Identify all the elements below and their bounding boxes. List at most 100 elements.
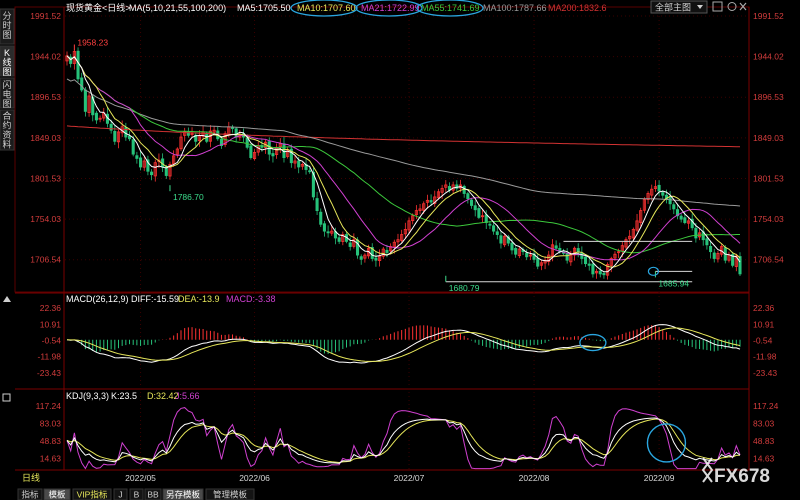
candle-body [580,252,584,259]
kdj-d-line [66,418,741,464]
bottom-tab[interactable]: 管理模板 [205,488,255,500]
x-axis-tick-label: 2022/06 [239,473,270,483]
macd-dea-label: DEA:-13.9 [178,294,220,304]
collapse-up-icon[interactable] [3,296,11,302]
ma21-line [66,55,741,261]
bottom-tab-label: 指标 [21,490,39,500]
candle-body [109,123,113,131]
y-axis-tick-label: 1944.02 [753,52,784,62]
candle-body [469,199,474,206]
side-tab-char: 时 [2,20,11,31]
kdj-title: KDJ(9,3,3) [66,391,109,401]
ma21-value: MA21:1722.99 [361,3,420,13]
macd-diff-label: DIFF:-15.59 [131,294,179,304]
highlight-circle [646,423,687,463]
candle-body [672,204,676,210]
y-axis-tick-label: -23.43 [753,368,777,378]
y-axis-tick-label: 22.36 [40,303,62,313]
side-tab-contract[interactable]: 合约资料 [0,109,15,151]
candle-body [234,128,238,138]
side-tab-char: 图 [2,67,11,77]
kdj-legend: KDJ(9,3,3) K:23.5 D:32.42 J:5.66 [66,391,200,401]
x-axis-tick-label: 2022/08 [519,473,550,483]
macd-legend: MACD(26,12,9) DIFF:-15.59 DEA:-13.9 MACD… [66,294,276,304]
candle-body [337,237,341,242]
side-tab-label: 闪电图 [2,80,11,109]
side-tab-kline[interactable]: K 线图 [0,45,15,77]
price-annotation: 1680.79 [449,283,480,293]
y-axis-tick-label: 1849.03 [753,133,784,143]
y-axis-tick-label: 83.03 [753,419,775,429]
kdj-k-line [66,417,741,464]
candle-body [315,198,319,212]
y-axis-tick-label: 1849.03 [30,133,61,143]
chart-canvas[interactable]: 1958.231786.701680.79 1685.94 1991.52 1991… [0,0,800,500]
candle-body [565,253,569,261]
candle-body [249,145,253,158]
bottom-tab[interactable]: 指标 [17,488,43,500]
candle-body [679,215,683,220]
candle-body [709,245,713,253]
y-axis-tick-label: 1706.54 [30,255,61,265]
bottom-tab-label: J [118,490,122,500]
candle-body [668,197,672,205]
y-axis-tick-label: 10.91 [40,319,62,329]
side-nav[interactable]: 分时图 K 线图 闪电图 合约资料 [0,8,15,402]
bottom-tab[interactable]: BB [144,488,162,500]
candle-body [131,139,135,155]
y-axis-tick-label: 22.36 [753,303,775,313]
candle-body [510,242,514,251]
layout-dropdown-label: 全部主图 [655,2,691,13]
period-label: 日线 [22,472,40,483]
moving-average-lines [66,55,741,273]
bottom-tab[interactable]: 另存模板 [162,488,204,500]
y-axis-tick-label: 1754.03 [30,214,61,224]
bottom-tab-label: 管理模板 [213,490,248,500]
y-axis-tick-label: 14.63 [753,454,775,464]
macd-title: MACD(26,12,9) [66,294,129,304]
side-tab-char: 闪 [2,80,11,90]
candle-body [488,223,492,226]
candle-body [308,170,312,173]
side-tab-flash[interactable]: 闪电图 [0,77,15,109]
bottom-tab-label: 模板 [48,490,66,500]
bottom-tab[interactable]: VIP指标 [72,488,112,500]
bottom-tab[interactable]: 模板 [43,488,71,500]
y-axis-tick-label: 83.03 [40,419,62,429]
ma5-line [66,55,741,273]
y-axis-tick-label: 1896.53 [30,92,61,102]
side-tab-char: 线 [2,57,11,68]
candle-body [135,155,139,159]
candle-body [127,135,132,140]
bottom-tab[interactable]: J [113,488,128,500]
side-tab-char: 约 [2,120,11,131]
x-axis-tick-label: 2022/07 [394,473,425,483]
side-tab-timeshare[interactable]: 分时图 [0,8,15,45]
bottom-tab-label: BB [147,490,159,500]
candle-body [271,153,275,157]
side-tab-label: 分时图 [2,11,11,40]
checkbox-icon[interactable] [2,393,11,402]
candle-body [348,242,352,247]
y-axis-tick-label: 1896.53 [753,92,784,102]
candle-body [495,231,499,235]
candle-body [499,235,503,244]
candle-body [245,137,249,148]
candle-body [76,50,80,80]
candle-body [683,217,687,223]
kdj-j-label: J:5.66 [175,391,200,401]
candle-body [694,227,698,239]
candlesticks [65,47,742,280]
macd-hist-label: MACD:-3.38 [226,294,276,304]
ma200-value: MA200:1832.6 [548,3,607,13]
side-tab-char: 料 [2,139,11,150]
bottom-tab[interactable]: B [129,488,144,500]
candle-body [113,130,117,142]
macd-panel [66,324,741,364]
candle-body [584,256,588,265]
y-axis-tick-label: 1991.52 [30,11,61,21]
candle-body [322,223,326,232]
y-axis-tick-label: 1801.53 [753,174,784,184]
side-tab-char: 电 [2,89,11,100]
x-axis-tick-label: 2022/05 [125,473,156,483]
